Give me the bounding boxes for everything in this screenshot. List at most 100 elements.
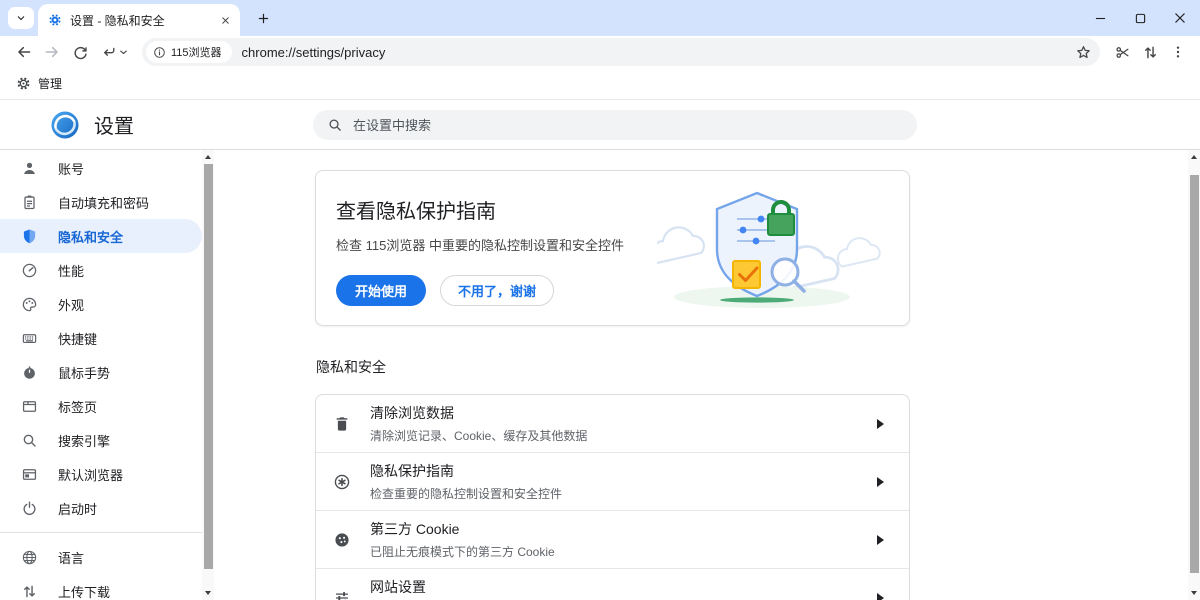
- settings-sidebar: 账号 自动填充和密码 隐私和安全 性能 外观 快捷键 鼠标手势 标签页 搜索引擎…: [0, 150, 202, 600]
- sidebar-item-隐私和安全[interactable]: 隐私和安全: [0, 219, 202, 253]
- start-button[interactable]: 开始使用: [336, 275, 426, 306]
- sidebar-item-默认浏览器[interactable]: 默认浏览器: [0, 457, 202, 491]
- updown-icon: [20, 582, 38, 600]
- sidebar-item-账号[interactable]: 账号: [0, 151, 202, 185]
- sidebar-item-上传下载[interactable]: 上传下载: [0, 574, 202, 600]
- plus-icon: [256, 11, 271, 26]
- tab-close-button[interactable]: [216, 11, 234, 29]
- settings-search-input[interactable]: [353, 118, 903, 133]
- browser-icon: [20, 465, 38, 483]
- scroll-up-arrow[interactable]: [202, 150, 214, 164]
- bookmark-manage[interactable]: 管理: [16, 75, 62, 92]
- sidebar-item-启动时[interactable]: 启动时: [0, 491, 202, 525]
- gear-icon: [16, 76, 31, 91]
- sidebar-item-性能[interactable]: 性能: [0, 253, 202, 287]
- power-icon: [20, 499, 38, 517]
- settings-content: 账号 自动填充和密码 隐私和安全 性能 外观 快捷键 鼠标手势 标签页 搜索引擎…: [0, 150, 1200, 600]
- sidebar-divider: [0, 532, 202, 533]
- browser-logo-icon: [50, 110, 80, 140]
- downloads-transfer-button[interactable]: [1136, 39, 1164, 65]
- mouse-icon: [20, 363, 38, 381]
- settings-search[interactable]: [313, 110, 917, 140]
- tab-strip: 设置 - 隐私和安全: [0, 0, 1200, 36]
- page-scrollbar[interactable]: [1188, 150, 1200, 600]
- chevron-right-icon: [877, 477, 889, 487]
- caret-down-icon: [120, 50, 127, 55]
- chevron-right-icon: [877, 593, 889, 600]
- new-tab-button[interactable]: [250, 5, 276, 31]
- shield-icon: [20, 227, 38, 245]
- keyboard-icon: [20, 329, 38, 347]
- arrow-left-icon: [15, 43, 33, 61]
- window-controls: [1080, 0, 1200, 36]
- search-icon: [327, 117, 343, 133]
- settings-row-清除浏览数据[interactable]: 清除浏览数据 清除浏览记录、Cookie、缓存及其他数据: [316, 395, 909, 452]
- settings-gear-icon: [48, 13, 62, 27]
- tune-icon: [332, 588, 352, 600]
- window-close-button[interactable]: [1160, 0, 1200, 36]
- scrollbar-thumb[interactable]: [1190, 175, 1199, 573]
- settings-row-网站设置[interactable]: 网站设置 控制网站可以使用和显示的信息（位置信息、摄像头、弹出式窗口等）: [316, 568, 909, 600]
- bookmark-star-button[interactable]: [1075, 44, 1092, 61]
- chevron-down-icon: [15, 12, 27, 24]
- url-input[interactable]: [242, 45, 1075, 60]
- search-icon: [20, 431, 38, 449]
- privacy-guide-illustration: [657, 183, 885, 315]
- cookie-icon: [332, 530, 352, 550]
- site-info-badge[interactable]: 115浏览器: [146, 41, 232, 63]
- tab-page-icon: [20, 397, 38, 415]
- privacy-guide-icon: [332, 472, 352, 492]
- info-icon: [153, 46, 166, 59]
- sidebar-item-搜索引擎[interactable]: 搜索引擎: [0, 423, 202, 457]
- back-button[interactable]: [10, 39, 38, 65]
- close-icon: [1174, 12, 1186, 24]
- reopen-closed-tab-button[interactable]: [94, 39, 134, 65]
- browser-menu-button[interactable]: [1164, 39, 1192, 65]
- speedometer-icon: [20, 261, 38, 279]
- sidebar-item-鼠标手势[interactable]: 鼠标手势: [0, 355, 202, 389]
- settings-row-第三方 Cookie[interactable]: 第三方 Cookie 已阻止无痕模式下的第三方 Cookie: [316, 510, 909, 568]
- settings-main: 查看隐私保护指南 检查 115浏览器 中重要的隐私控制设置和安全控件 开始使用 …: [214, 150, 1188, 600]
- sidebar-item-快捷键[interactable]: 快捷键: [0, 321, 202, 355]
- site-badge-label: 115浏览器: [171, 44, 222, 60]
- sidebar-item-语言[interactable]: 语言: [0, 540, 202, 574]
- minimize-icon: [1095, 13, 1106, 24]
- arrow-right-icon: [43, 43, 61, 61]
- trash-icon: [332, 414, 352, 434]
- page-title: 设置: [94, 110, 134, 139]
- tab-search-button[interactable]: [8, 7, 34, 29]
- window-minimize-button[interactable]: [1080, 0, 1120, 36]
- scroll-down-arrow[interactable]: [202, 586, 214, 600]
- screenshot-button[interactable]: [1108, 39, 1136, 65]
- maximize-icon: [1135, 13, 1146, 24]
- bookmark-manage-label: 管理: [38, 75, 62, 92]
- sidebar-item-外观[interactable]: 外观: [0, 287, 202, 321]
- return-arrow-icon: [101, 44, 117, 60]
- up-down-arrows-icon: [1142, 44, 1159, 61]
- section-title: 隐私和安全: [316, 357, 911, 377]
- scroll-up-arrow[interactable]: [1188, 150, 1200, 164]
- url-bar[interactable]: 115浏览器: [142, 38, 1100, 66]
- chevron-right-icon: [877, 419, 889, 429]
- privacy-settings-list: 清除浏览数据 清除浏览记录、Cookie、缓存及其他数据 隐私保护指南 检查重要…: [315, 394, 910, 600]
- bookmark-bar: 管理: [0, 68, 1200, 100]
- sidebar-scrollbar[interactable]: [202, 150, 214, 600]
- person-icon: [20, 159, 38, 177]
- star-icon: [1075, 44, 1092, 61]
- scroll-down-arrow[interactable]: [1188, 586, 1200, 600]
- privacy-guide-promo-card: 查看隐私保护指南 检查 115浏览器 中重要的隐私控制设置和安全控件 开始使用 …: [315, 170, 910, 326]
- no-thanks-button[interactable]: 不用了，谢谢: [440, 275, 554, 306]
- sidebar-item-自动填充和密码[interactable]: 自动填充和密码: [0, 185, 202, 219]
- reload-button[interactable]: [66, 39, 94, 65]
- reload-icon: [72, 44, 89, 61]
- scrollbar-thumb[interactable]: [204, 164, 213, 569]
- window-maximize-button[interactable]: [1120, 0, 1160, 36]
- settings-row-隐私保护指南[interactable]: 隐私保护指南 检查重要的隐私控制设置和安全控件: [316, 452, 909, 510]
- active-tab[interactable]: 设置 - 隐私和安全: [38, 4, 240, 36]
- sidebar-item-标签页[interactable]: 标签页: [0, 389, 202, 423]
- globe-icon: [20, 548, 38, 566]
- close-icon: [220, 15, 231, 26]
- settings-header: 设置: [0, 100, 1200, 150]
- forward-button[interactable]: [38, 39, 66, 65]
- palette-icon: [20, 295, 38, 313]
